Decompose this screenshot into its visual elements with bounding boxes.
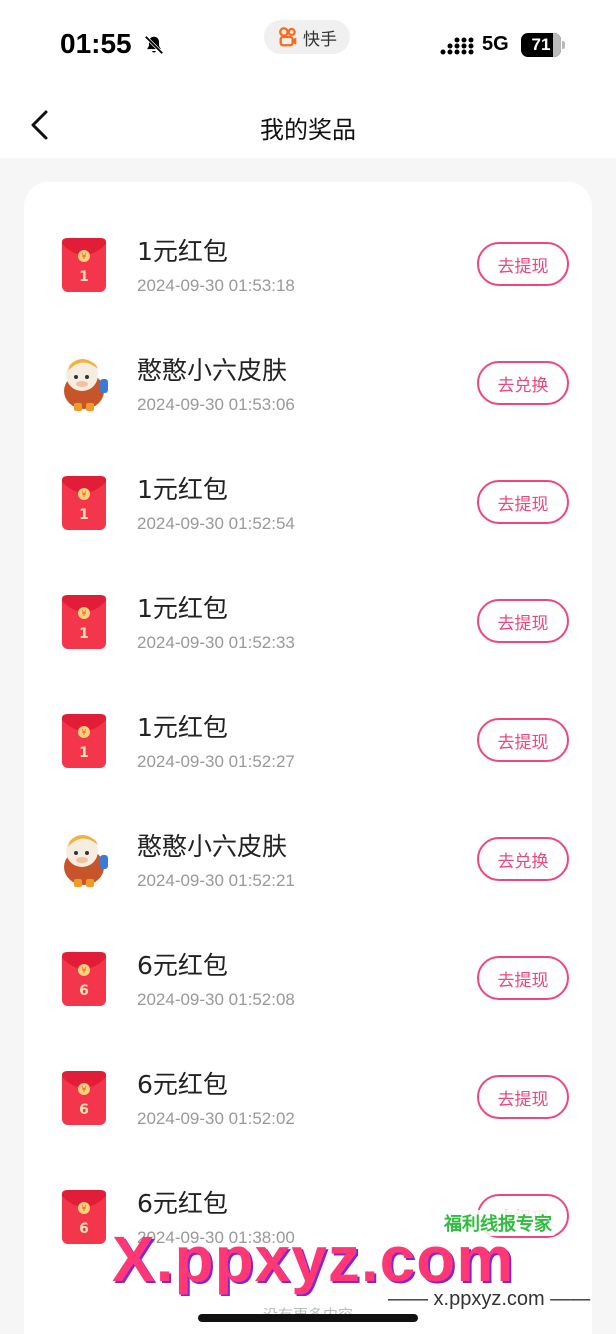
prize-row: 憨憨小六皮肤 2024-09-30 01:52:21 去兑换	[24, 789, 592, 908]
red-envelope-icon: ¥6	[62, 1190, 106, 1244]
prize-date: 2024-09-30 01:53:18	[137, 276, 295, 295]
red-envelope-icon: ¥1	[62, 714, 106, 768]
svg-text:1: 1	[79, 745, 89, 761]
svg-text:6: 6	[79, 1102, 89, 1118]
red-envelope-icon: ¥1	[62, 476, 106, 530]
prize-title: 1元红包	[137, 237, 228, 266]
prize-date: 2024-09-30 01:52:08	[137, 990, 295, 1009]
status-time: 01:55	[60, 28, 132, 59]
prize-row: ¥1 1元红包 2024-09-30 01:52:27 去提现	[24, 670, 592, 789]
prize-title: 憨憨小六皮肤	[137, 356, 288, 385]
app-source-pill[interactable]: 快手	[264, 20, 350, 54]
prize-row: 憨憨小六皮肤 2024-09-30 01:53:06 去兑换	[24, 313, 592, 432]
app-source-label: 快手	[303, 29, 337, 50]
prize-row: ¥1 1元红包 2024-09-30 01:52:33 去提现	[24, 551, 592, 670]
svg-text:¥: ¥	[81, 1204, 86, 1213]
watermark-large: X.ppxyz.com	[112, 1223, 515, 1295]
prize-title: 1元红包	[137, 713, 228, 742]
prize-date: 2024-09-30 01:52:02	[137, 1109, 295, 1128]
red-envelope-icon: ¥1	[62, 238, 106, 292]
svg-text:¥: ¥	[81, 728, 86, 737]
prize-date: 2024-09-30 01:53:06	[137, 395, 295, 414]
status-bar: 01:55 快手 5G 71	[0, 0, 616, 90]
svg-text:1: 1	[79, 269, 89, 285]
prize-date: 2024-09-30 01:52:27	[137, 752, 295, 771]
prize-title: 1元红包	[137, 475, 228, 504]
page-title: 我的奖品	[260, 116, 356, 144]
svg-text:¥: ¥	[81, 252, 86, 261]
network-type: 5G	[482, 33, 509, 55]
prize-date: 2024-09-30 01:52:21	[137, 871, 295, 890]
character-skin-icon	[64, 835, 108, 887]
bell-muted-icon	[144, 35, 164, 55]
withdraw-button[interactable]: 去提现	[477, 1075, 569, 1119]
svg-text:1: 1	[79, 507, 89, 523]
red-envelope-icon: ¥6	[62, 952, 106, 1006]
prize-row: ¥6 6元红包 2024-09-30 01:52:08 去提现	[24, 908, 592, 1027]
redeem-button[interactable]: 去兑换	[477, 361, 569, 405]
red-envelope-icon: ¥6	[62, 1071, 106, 1125]
home-indicator[interactable]	[198, 1314, 418, 1322]
withdraw-button[interactable]: 去提现	[477, 242, 569, 286]
battery-level: 71	[521, 33, 561, 57]
svg-text:¥: ¥	[81, 966, 86, 975]
prize-title: 6元红包	[137, 951, 228, 980]
kuaishou-logo-icon	[279, 27, 297, 47]
prize-title: 6元红包	[137, 1070, 228, 1099]
prize-row: ¥1 1元红包 2024-09-30 01:53:18 去提现	[24, 194, 592, 313]
prize-row: ¥6 6元红包 2024-09-30 01:52:02 去提现	[24, 1027, 592, 1146]
redeem-button[interactable]: 去兑换	[477, 837, 569, 881]
nav-bar: 我的奖品	[0, 90, 616, 158]
withdraw-button[interactable]: 去提现	[477, 480, 569, 524]
withdraw-button[interactable]: 去提现	[477, 599, 569, 643]
svg-text:¥: ¥	[81, 609, 86, 618]
svg-text:6: 6	[79, 983, 89, 999]
prize-title: 1元红包	[137, 594, 228, 623]
signal-icon	[440, 37, 474, 55]
prize-title: 憨憨小六皮肤	[137, 832, 288, 861]
withdraw-button[interactable]: 去提现	[477, 956, 569, 1000]
withdraw-button[interactable]: 去提现	[477, 718, 569, 762]
red-envelope-icon: ¥1	[62, 595, 106, 649]
character-skin-icon	[64, 359, 108, 411]
prize-row: ¥1 1元红包 2024-09-30 01:52:54 去提现	[24, 432, 592, 551]
svg-text:6: 6	[79, 1221, 89, 1237]
prize-date: 2024-09-30 01:52:33	[137, 633, 295, 652]
svg-text:1: 1	[79, 626, 89, 642]
watermark-small: —— x.ppxyz.com ——	[388, 1288, 591, 1311]
prize-date: 2024-09-30 01:52:54	[137, 514, 295, 533]
svg-text:¥: ¥	[81, 490, 86, 499]
svg-text:¥: ¥	[81, 1085, 86, 1094]
battery-icon: 71	[521, 33, 565, 57]
prize-title: 6元红包	[137, 1189, 228, 1218]
